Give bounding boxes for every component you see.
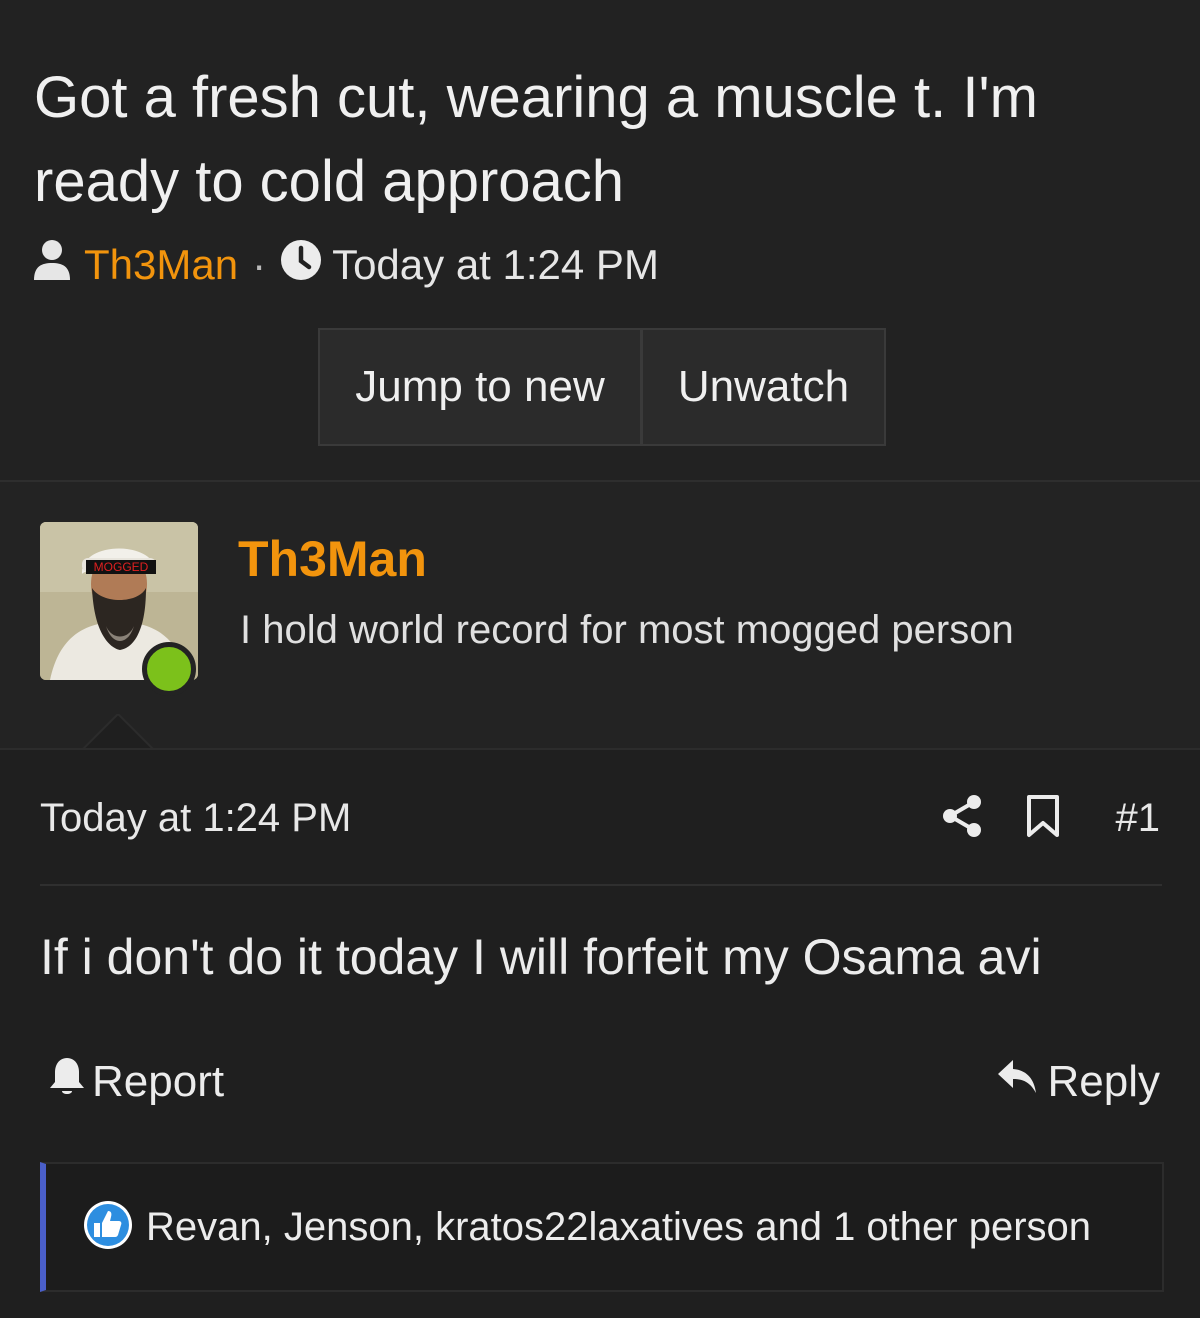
- thread-header: Got a fresh cut, wearing a muscle t. I'm…: [0, 0, 1200, 480]
- thread-title: Got a fresh cut, wearing a muscle t. I'm…: [34, 65, 1038, 214]
- post-date[interactable]: Today at 1:24 PM: [40, 796, 351, 841]
- thread-time[interactable]: Today at 1:24 PM: [332, 241, 659, 289]
- report-button[interactable]: Report: [48, 1054, 224, 1110]
- thread-button-group: Jump to new Unwatch: [318, 328, 886, 446]
- reactions-bar[interactable]: Revan, Jenson, kratos22laxatives and 1 o…: [40, 1162, 1164, 1292]
- user-block-divider: [0, 748, 1200, 750]
- online-status-indicator: [142, 642, 196, 696]
- share-icon[interactable]: [942, 794, 982, 843]
- like-icon: [82, 1199, 134, 1256]
- reply-label: Reply: [1047, 1057, 1161, 1106]
- reply-button[interactable]: Reply: [996, 1054, 1161, 1110]
- thread-author-link[interactable]: Th3Man: [84, 241, 238, 289]
- post-header-divider: [40, 884, 1162, 886]
- jump-to-new-button[interactable]: Jump to new: [318, 328, 642, 446]
- reply-arrow-icon: [996, 1057, 1038, 1107]
- reactions-text[interactable]: Revan, Jenson, kratos22laxatives and 1 o…: [146, 1205, 1091, 1250]
- post-actions-top: #1: [942, 790, 1161, 846]
- post-body: If i don't do it today I will forfeit my…: [40, 929, 1042, 985]
- user-title: I hold world record for most mogged pers…: [240, 608, 1014, 652]
- user-block-notch: [82, 714, 154, 750]
- bookmark-icon[interactable]: [1026, 794, 1060, 843]
- avatar-badge: MOGGED: [94, 560, 149, 574]
- bell-icon: [48, 1056, 86, 1109]
- clock-icon: [280, 239, 322, 291]
- post-username[interactable]: Th3Man: [238, 530, 427, 588]
- user-icon: [32, 238, 72, 292]
- report-label: Report: [92, 1057, 225, 1106]
- meta-separator: ·: [252, 241, 267, 288]
- post-user-block: MOGGED Th3Man I hold world record for mo…: [0, 482, 1200, 748]
- unwatch-button[interactable]: Unwatch: [642, 328, 886, 446]
- post-number-link[interactable]: #1: [1116, 796, 1161, 841]
- thread-meta: Th3Man · Today at 1:24 PM: [32, 240, 659, 290]
